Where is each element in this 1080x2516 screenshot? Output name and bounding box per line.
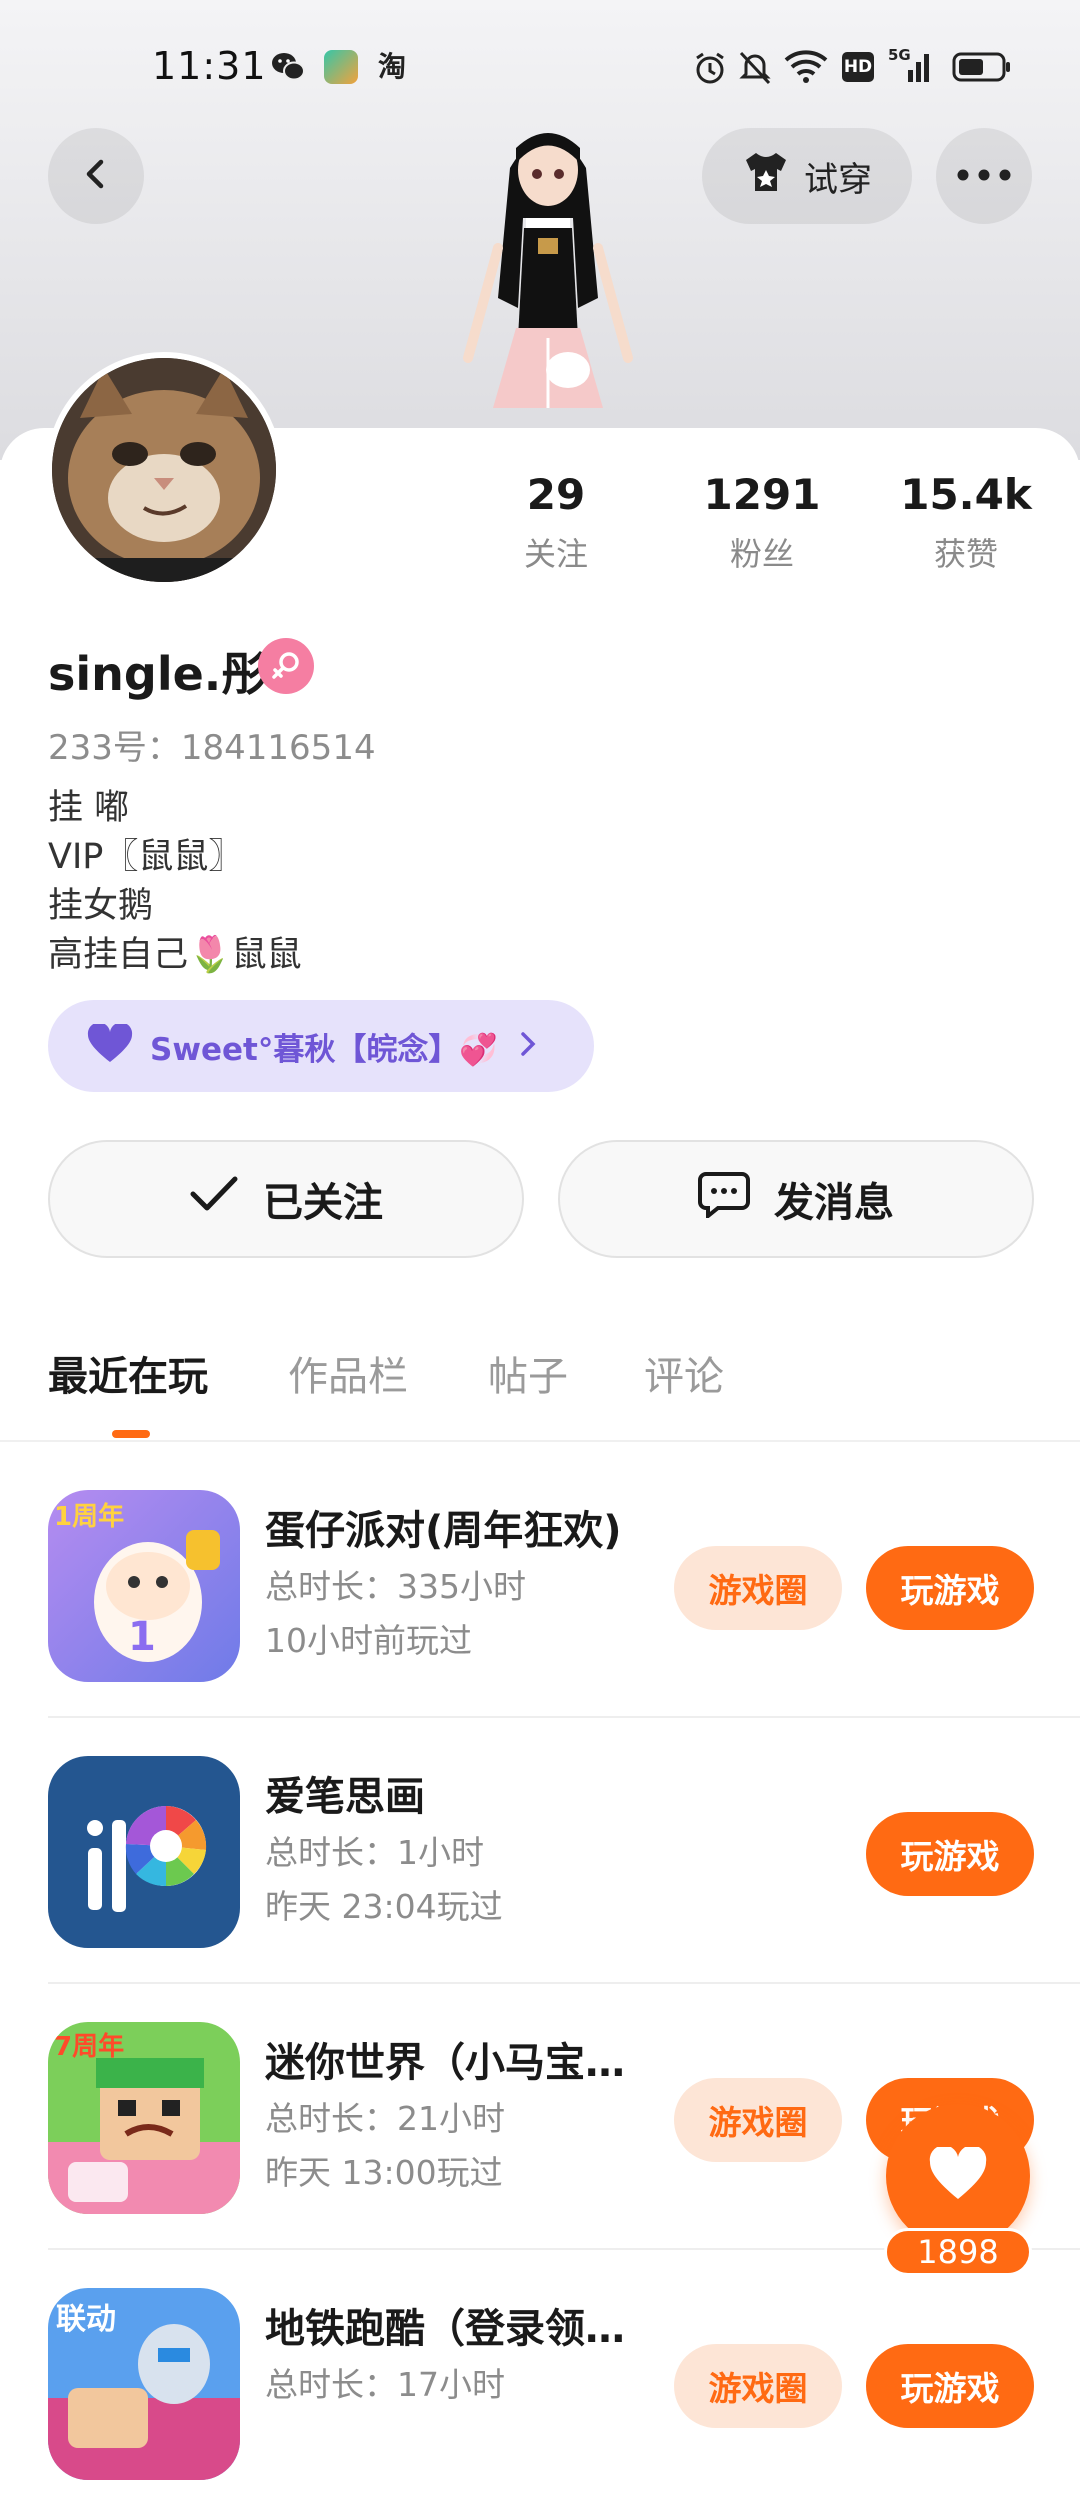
message-button[interactable]: 发消息 [558, 1140, 1034, 1258]
stat-followers[interactable]: 1291 粉丝 [672, 470, 852, 575]
game-title: 爱笔思画 [265, 1774, 425, 1820]
wechat-icon [270, 50, 305, 84]
heart-icon [86, 1022, 134, 1068]
5g-signal-icon: 5G [888, 46, 936, 86]
play-duration: 总时长：335小时 [265, 1567, 526, 1606]
tab-works[interactable]: 作品栏 [288, 1344, 408, 1402]
taobao-icon: 淘 [378, 50, 407, 83]
battery-icon [952, 52, 1012, 92]
stat-value: 29 [526, 470, 586, 519]
last-played: 10小时前玩过 [265, 1621, 472, 1660]
5g-label: 5G [888, 46, 911, 64]
list-item[interactable]: 爱笔思画 总时长：1小时 昨天 23:04玩过 玩游戏 [0, 1718, 1080, 1984]
followed-label: 已关注 [263, 1180, 383, 1226]
female-icon [258, 638, 314, 694]
message-label: 发消息 [774, 1180, 894, 1226]
last-played: 昨天 23:04玩过 [265, 1887, 503, 1926]
play-duration: 总时长：21小时 [265, 2099, 505, 2138]
play-game-button[interactable]: 玩游戏 [866, 1812, 1034, 1896]
virtual-avatar-figure[interactable] [428, 108, 668, 428]
game-icon-eggy-party[interactable]: 1 1周年 [48, 1490, 240, 1682]
stat-likes[interactable]: 15.4k 获赞 [876, 470, 1056, 575]
game-icon-subway-surfers[interactable]: 联动 [48, 2288, 240, 2480]
tab-recently-played[interactable]: 最近在玩 [48, 1344, 208, 1402]
tab-indicator [112, 1430, 150, 1438]
divider [0, 1440, 1080, 1442]
chat-bubble-icon [698, 1170, 750, 1228]
assistant-app-icon [324, 50, 358, 84]
play-game-button[interactable]: 玩游戏 [866, 2344, 1034, 2428]
stat-value: 1291 [703, 470, 821, 519]
bio-line: 高挂自己🌷鼠鼠 [48, 935, 302, 975]
back-button[interactable] [48, 128, 144, 224]
play-game-button[interactable]: 玩游戏 [866, 1546, 1034, 1630]
play-duration: 总时长：1小时 [265, 1833, 484, 1872]
game-circle-button[interactable]: 游戏圈 [674, 1546, 842, 1630]
more-button[interactable] [936, 128, 1032, 224]
hd-icon: HD [842, 52, 874, 82]
game-circle-button[interactable]: 游戏圈 [674, 2078, 842, 2162]
more-icon [956, 167, 1012, 186]
tab-posts[interactable]: 帖子 [488, 1344, 568, 1402]
try-on-label: 试穿 [804, 159, 872, 200]
check-icon [189, 1174, 239, 1224]
chevron-left-icon [76, 154, 116, 198]
user-bio: 挂 嘟 VIP〖鼠鼠〗 挂女鹅 高挂自己🌷鼠鼠 [48, 784, 302, 980]
stat-value: 15.4k [900, 470, 1032, 519]
game-title: 蛋仔派对(周年狂欢) [265, 1508, 622, 1554]
icon-badge: 联动 [56, 2302, 116, 2337]
bio-line: 挂 嘟 [48, 788, 130, 828]
tshirt-icon [742, 150, 790, 203]
try-on-button[interactable]: 试穿 [702, 128, 912, 224]
icon-badge: 7周年 [54, 2032, 125, 2062]
user-name: single.彤 [48, 647, 268, 701]
stat-label: 粉丝 [729, 535, 794, 573]
bio-line: VIP〖鼠鼠〗 [48, 837, 244, 877]
stat-following[interactable]: 29 关注 [466, 470, 646, 575]
like-count: 1898 [884, 2228, 1032, 2276]
mute-icon [738, 50, 772, 90]
game-circle-button[interactable]: 游戏圈 [674, 2344, 842, 2428]
stat-label: 获赞 [933, 535, 998, 573]
game-title: 迷你世界（小马宝… [265, 2040, 625, 2086]
game-icon-ibis-paint[interactable] [48, 1756, 240, 1948]
alarm-icon [692, 50, 728, 90]
game-icon-mini-world[interactable]: 7周年 [48, 2022, 240, 2214]
svg-text:1: 1 [128, 1614, 156, 1660]
icon-badge: 1周年 [54, 1502, 125, 1532]
followed-button[interactable]: 已关注 [48, 1140, 524, 1258]
bio-line: 挂女鹅 [48, 886, 154, 926]
tab-comments[interactable]: 评论 [644, 1344, 724, 1402]
play-duration: 总时长：17小时 [265, 2365, 505, 2404]
group-label: Sweet°暮秋【皖念】💞 [150, 1031, 498, 1068]
wifi-icon [784, 48, 828, 88]
list-item[interactable]: 1 1周年 蛋仔派对(周年狂欢) 总时长：335小时 10小时前玩过 游戏圈 玩… [0, 1452, 1080, 1718]
avatar[interactable] [46, 352, 282, 588]
stat-label: 关注 [523, 535, 588, 573]
last-played: 昨天 13:00玩过 [265, 2153, 503, 2192]
game-title: 地铁跑酷（登录领… [265, 2306, 625, 2352]
list-item[interactable]: 联动 地铁跑酷（登录领… 总时长：17小时 游戏圈 玩游戏 [0, 2250, 1080, 2516]
status-time: 11:31 [152, 44, 267, 88]
heart-icon [928, 2145, 988, 2205]
user-id: 233号：184116514 [48, 728, 376, 768]
like-float-button[interactable] [886, 2104, 1030, 2248]
chevron-right-icon [518, 1030, 538, 1062]
group-link[interactable]: Sweet°暮秋【皖念】💞 [48, 1000, 594, 1092]
